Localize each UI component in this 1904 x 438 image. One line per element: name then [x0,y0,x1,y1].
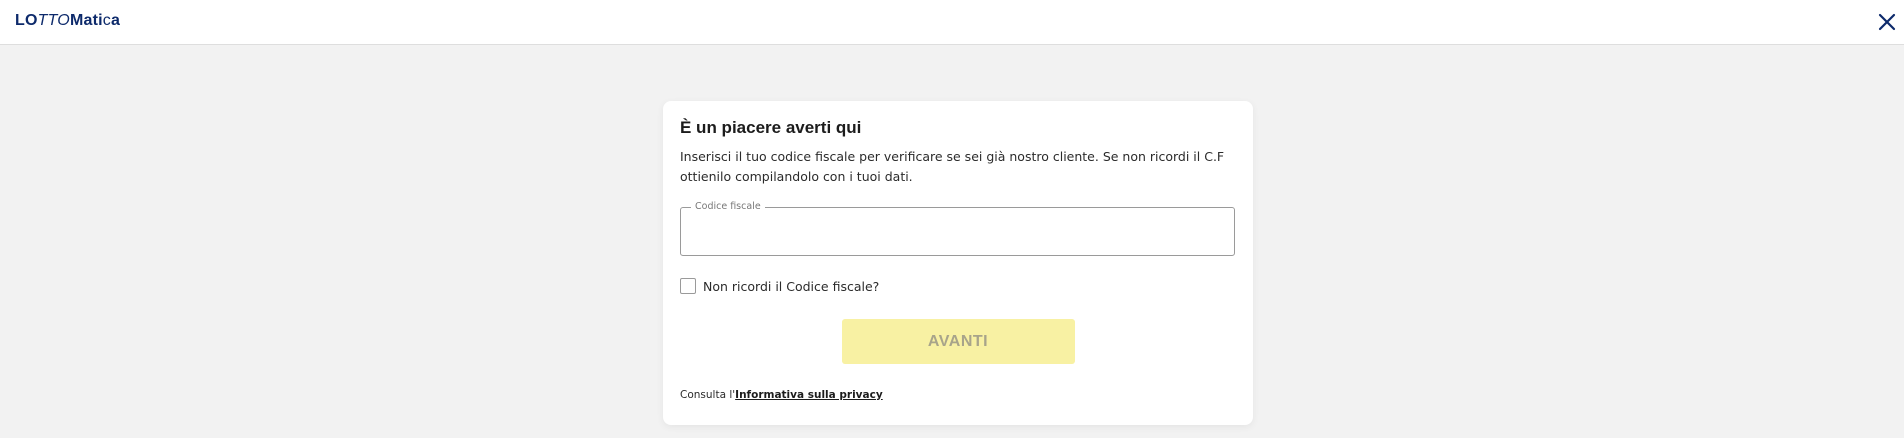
login-card: È un piacere averti qui Inserisci il tuo… [663,101,1253,425]
lottomatica-logo[interactable]: LOTTOMatica [15,12,120,30]
card-title: È un piacere averti qui [680,118,862,137]
next-button[interactable]: AVANTI [841,319,1075,364]
logo-text-part: a [110,12,121,29]
logo-text-part: LO [15,12,38,29]
forgot-fiscal-code-label[interactable]: Non ricordi il Codice fiscale? [703,279,879,294]
fiscal-code-input[interactable] [681,208,1234,255]
forgot-fiscal-code-checkbox[interactable] [680,278,696,294]
close-icon[interactable] [1877,12,1897,32]
privacy-prefix: Consulta l' [680,389,736,401]
forgot-fiscal-code-row[interactable]: Non ricordi il Codice fiscale? [680,276,1236,296]
privacy-notice: Consulta l'Informativa sulla privacy [680,389,1236,401]
logo-text-part: Mati [69,12,103,29]
top-bar: LOTTOMatica [0,0,1904,45]
logo-text-part: TTO [37,12,70,29]
fiscal-code-field[interactable]: Codice fiscale [680,201,1235,256]
card-description: Inserisci il tuo codice fiscale per veri… [680,149,1225,184]
privacy-link[interactable]: Informativa sulla privacy [735,389,883,401]
logo-text-part: c [102,12,111,29]
